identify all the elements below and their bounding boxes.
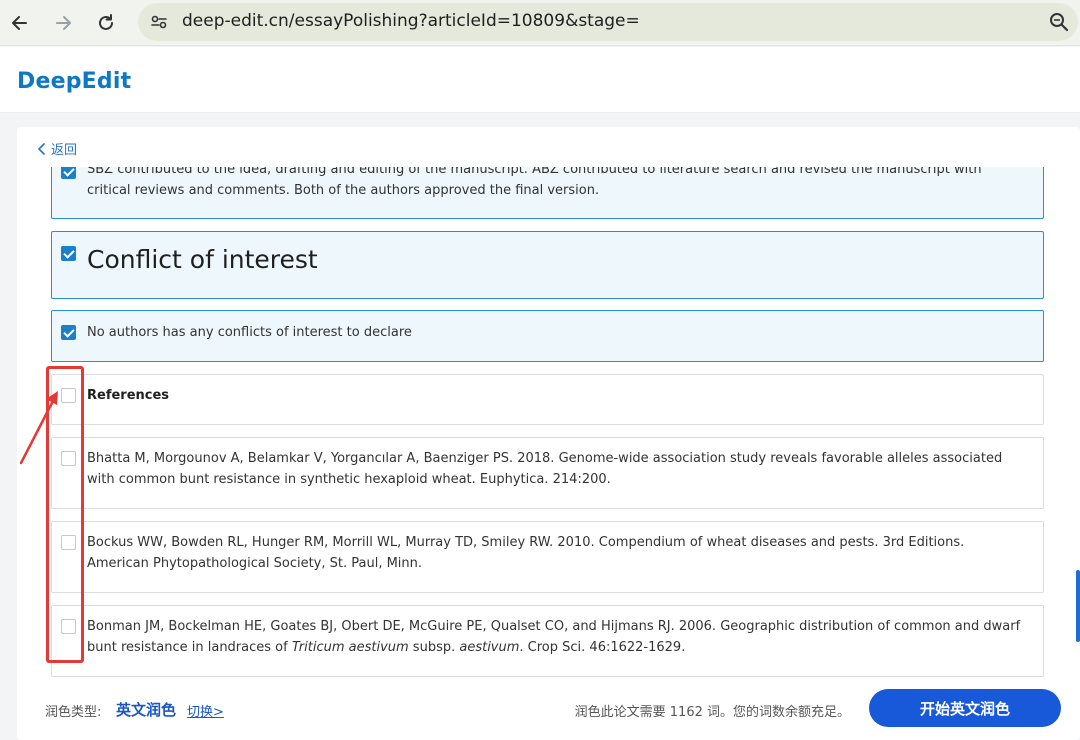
scrollbar-thumb[interactable] [1076, 570, 1080, 642]
address-bar[interactable]: deep-edit.cn/essayPolishing?articleId=10… [138, 3, 1078, 41]
zoom-icon[interactable] [1048, 11, 1070, 33]
paragraph-item[interactable]: References [51, 374, 1044, 425]
paragraph-text: No authors has any conflicts of interest… [87, 325, 412, 340]
browser-toolbar: deep-edit.cn/essayPolishing?articleId=10… [0, 0, 1080, 46]
back-arrow-icon[interactable] [6, 9, 34, 37]
paragraph-item[interactable]: Bockus WW, Bowden RL, Hunger RM, Morrill… [51, 521, 1044, 593]
paragraph-heading: Conflict of interest [87, 245, 318, 274]
chevron-left-icon [38, 142, 45, 155]
polish-footer: 润色类型: 英文润色 切换> 润色此论文需要 1162 词。您的词数余额充足。 … [17, 679, 1080, 740]
back-link-label[interactable]: 返回 [51, 139, 77, 158]
paragraph-checkbox[interactable] [61, 451, 76, 466]
paragraph-item[interactable]: Conflict of interest [51, 231, 1044, 299]
paragraph-item[interactable]: No authors has any conflicts of interest… [51, 310, 1044, 362]
switch-polish-type-link[interactable]: 切换> [187, 701, 224, 720]
paragraph-item[interactable]: Bhatta M, Morgounov A, Belamkar V, Yorga… [51, 437, 1044, 509]
polish-type-value: 英文润色 [116, 701, 177, 719]
paragraph-text: Bonman JM, Bockelman HE, Goates BJ, Ober… [87, 619, 1021, 655]
paragraph-checkbox[interactable] [61, 535, 76, 550]
app-logo[interactable]: DeepEdit [17, 69, 131, 94]
paragraph-checkbox[interactable] [61, 246, 76, 261]
paragraph-checkbox[interactable] [61, 167, 76, 179]
site-settings-icon[interactable] [148, 11, 170, 33]
polish-type-label: 润色类型: [45, 705, 102, 720]
paragraph-text: References [87, 388, 170, 403]
paragraph-text: Bockus WW, Bowden RL, Hunger RM, Morrill… [87, 535, 965, 571]
url-text[interactable]: deep-edit.cn/essayPolishing?articleId=10… [182, 11, 640, 31]
word-count-info: 润色此论文需要 1162 词。您的词数余额充足。 [574, 705, 850, 720]
paragraph-item[interactable]: SBZ contributed to the idea, drafting an… [51, 167, 1044, 219]
paragraph-list[interactable]: SBZ contributed to the idea, drafting an… [17, 167, 1080, 679]
reload-icon[interactable] [92, 9, 120, 37]
forward-arrow-icon[interactable] [49, 9, 77, 37]
paragraph-checkbox[interactable] [61, 325, 76, 340]
editor-card: 返回 SBZ contributed to the idea, drafting… [17, 127, 1080, 740]
paragraph-text: SBZ contributed to the idea, drafting an… [87, 167, 982, 198]
paragraph-checkbox[interactable] [61, 619, 76, 634]
paragraph-text: Bhatta M, Morgounov A, Belamkar V, Yorga… [87, 451, 1003, 487]
back-link[interactable]: 返回 [37, 139, 77, 158]
paragraph-checkbox[interactable] [61, 388, 76, 403]
paragraph-item[interactable]: Bonman JM, Bockelman HE, Goates BJ, Ober… [51, 605, 1044, 677]
app-header: DeepEdit [0, 47, 1080, 113]
start-polishing-button[interactable]: 开始英文润色 [869, 689, 1061, 727]
